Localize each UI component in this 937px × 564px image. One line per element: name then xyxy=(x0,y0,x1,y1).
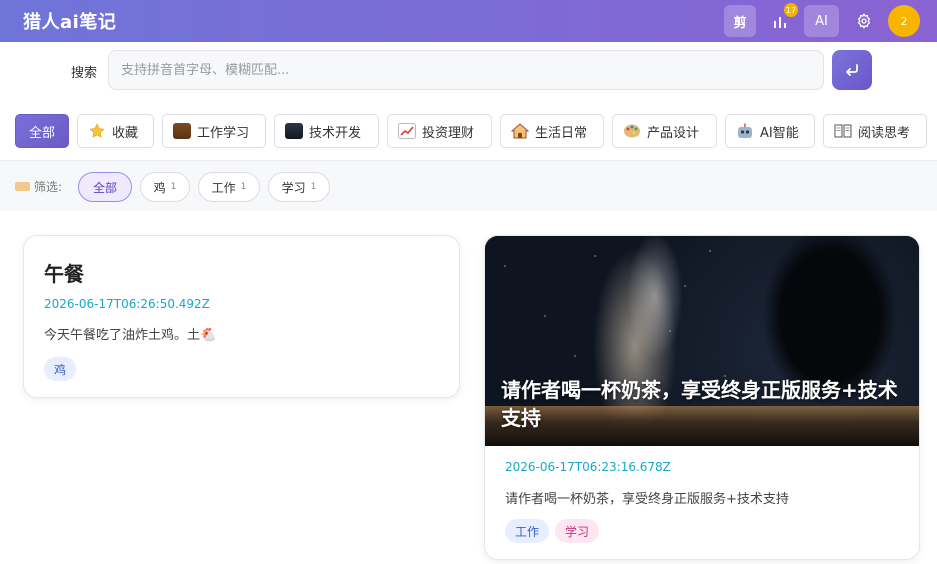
category-ai[interactable]: AI智能 xyxy=(725,114,815,148)
tag-label: 工作 xyxy=(514,524,539,539)
category-favorites[interactable]: 收藏 xyxy=(77,114,154,148)
app-title: 猎人ai笔记 xyxy=(23,12,117,33)
filter-bar: 筛选: 全部 鸡 1 工作 1 学习 1 xyxy=(0,160,937,211)
house-icon xyxy=(510,123,530,139)
category-investment[interactable]: 投资理财 xyxy=(387,114,492,148)
note-date: 2026-06-17T06:26:50.492Z xyxy=(44,297,210,311)
cover-caption: 请作者喝一杯奶茶，享受终身正版服务+技术支持 xyxy=(501,378,898,430)
search-label: 搜索 xyxy=(71,66,98,81)
chart-up-icon xyxy=(398,123,416,139)
ai-button[interactable]: AI xyxy=(804,5,839,37)
stats-badge: 17 xyxy=(784,3,798,17)
palette-icon xyxy=(623,123,641,139)
filter-label: 筛选: xyxy=(15,178,62,195)
filter-label-text: 筛选: xyxy=(34,180,63,194)
note-card[interactable]: 午餐 2026-06-17T06:26:50.492Z 今天午餐吃了油炸土鸡。土… xyxy=(23,235,460,398)
category-label: 生活日常 xyxy=(535,125,588,141)
note-card[interactable]: 请作者喝一杯奶茶，享受终身正版服务+技术支持 2026-06-17T06:23:… xyxy=(484,235,920,560)
category-all[interactable]: 全部 xyxy=(15,114,69,148)
note-tag[interactable]: 鸡 xyxy=(44,357,76,381)
bar-chart-icon xyxy=(774,17,786,28)
avatar[interactable]: 2 xyxy=(888,5,920,37)
category-tech-dev[interactable]: 技术开发 xyxy=(274,114,379,148)
chip-label: 鸡 xyxy=(153,180,166,195)
filter-chip-work[interactable]: 工作 1 xyxy=(198,172,260,202)
note-body: 请作者喝一杯奶茶，享受终身正版服务+技术支持 xyxy=(505,492,789,507)
stats-button[interactable]: 17 xyxy=(766,3,798,37)
category-product-design[interactable]: 产品设计 xyxy=(612,114,717,148)
note-tag[interactable]: 学习 xyxy=(555,519,599,543)
filter-chip-chicken[interactable]: 鸡 1 xyxy=(140,172,190,202)
category-daily-life[interactable]: 生活日常 xyxy=(500,114,604,148)
enter-icon xyxy=(846,64,858,76)
note-cover-image: 请作者喝一杯奶茶，享受终身正版服务+技术支持 xyxy=(485,236,919,446)
chip-label: 学习 xyxy=(281,180,306,195)
app-header: 猎人ai笔记 剪 17 AI 2 xyxy=(0,0,937,42)
book-icon xyxy=(834,123,852,139)
note-tag[interactable]: 工作 xyxy=(505,519,549,543)
clip-button[interactable]: 剪 xyxy=(724,5,756,37)
chip-count: 1 xyxy=(170,182,177,192)
category-label: 产品设计 xyxy=(647,125,700,141)
search-input[interactable] xyxy=(108,50,824,90)
robot-icon xyxy=(736,123,754,139)
avatar-count: 2 xyxy=(900,14,908,28)
filter-chip-study[interactable]: 学习 1 xyxy=(268,172,330,202)
note-title: 午餐 xyxy=(44,262,84,286)
category-label: 全部 xyxy=(28,125,55,141)
chip-count: 1 xyxy=(310,182,317,192)
tag-label: 鸡 xyxy=(53,362,66,377)
category-work-study[interactable]: 工作学习 xyxy=(162,114,266,148)
tag-label: 学习 xyxy=(564,524,589,539)
chip-label: 全部 xyxy=(92,180,117,195)
laptop-icon xyxy=(285,123,303,139)
filter-chip-all[interactable]: 全部 xyxy=(78,172,132,202)
note-body: 今天午餐吃了油炸土鸡。土🐔 xyxy=(44,328,217,343)
chip-label: 工作 xyxy=(211,180,236,195)
gear-icon xyxy=(857,13,871,29)
briefcase-icon xyxy=(173,123,191,139)
category-label: 投资理财 xyxy=(422,125,475,141)
category-label: 收藏 xyxy=(112,125,139,141)
category-label: 技术开发 xyxy=(309,125,362,141)
category-label: 阅读思考 xyxy=(858,125,911,141)
chip-count: 1 xyxy=(240,182,247,192)
search-submit-button[interactable] xyxy=(832,50,872,90)
star-icon xyxy=(88,123,106,139)
category-reading[interactable]: 阅读思考 xyxy=(823,114,927,148)
note-date: 2026-06-17T06:23:16.678Z xyxy=(505,460,671,474)
clip-label: 剪 xyxy=(733,15,747,31)
tag-icon xyxy=(15,182,30,191)
category-label: 工作学习 xyxy=(197,125,250,141)
settings-button[interactable] xyxy=(850,5,878,37)
ai-label: AI xyxy=(815,13,828,29)
category-label: AI智能 xyxy=(760,125,799,141)
